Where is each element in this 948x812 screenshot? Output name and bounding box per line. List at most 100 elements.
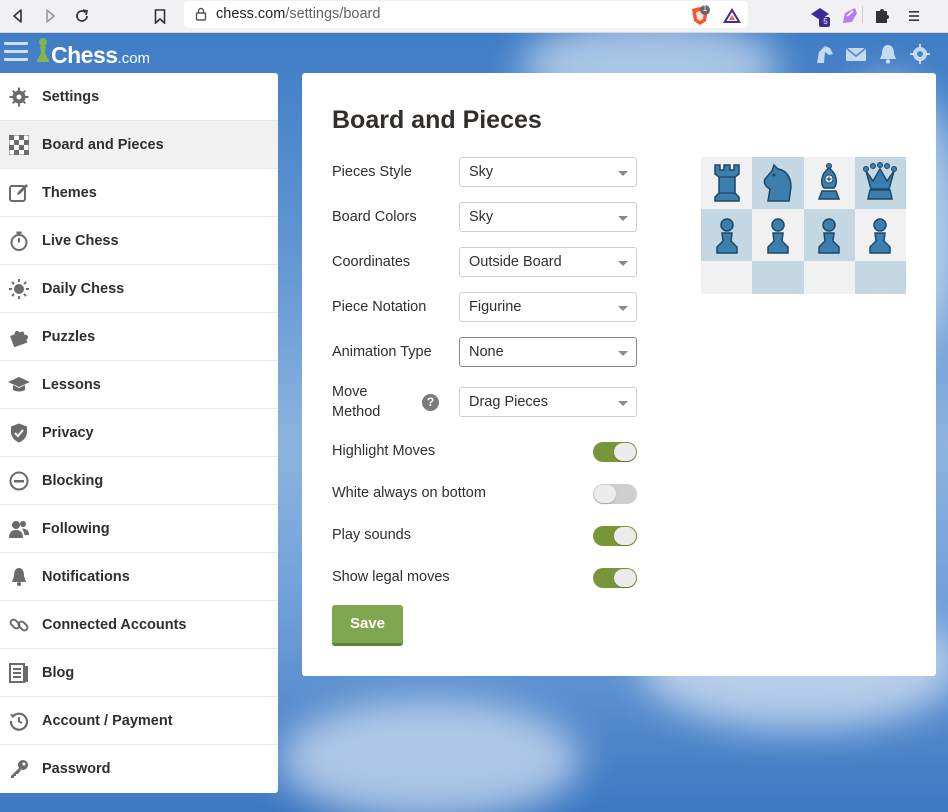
extension-badge-count: 5 — [823, 17, 828, 26]
sidebar-item-label: Live Chess — [42, 232, 119, 249]
sidebar-item-live-chess[interactable]: Live Chess — [0, 217, 278, 265]
people-icon — [8, 518, 30, 540]
highlight-moves-label: Highlight Moves — [332, 443, 436, 459]
hamburger-icon[interactable] — [4, 42, 28, 62]
chevron-down-icon — [618, 171, 628, 176]
sidebar-item-daily-chess[interactable]: Daily Chess — [0, 265, 278, 313]
play-sounds-label: Play sounds — [332, 527, 411, 543]
chevron-down-icon — [618, 216, 628, 221]
rook-icon — [713, 164, 740, 202]
sidebar-item-label: Following — [42, 520, 110, 537]
coordinates-select[interactable]: Outside Board — [459, 247, 637, 277]
brave-shield-icon[interactable]: 1 — [688, 4, 712, 28]
sidebar-item-puzzles[interactable]: Puzzles — [0, 313, 278, 361]
sidebar-item-account-payment[interactable]: Account / Payment — [0, 697, 278, 745]
knight-piece-icon — [763, 163, 792, 202]
play-sounds-toggle[interactable] — [593, 526, 637, 546]
sidebar-item-label: Privacy — [42, 424, 94, 441]
queen-icon — [863, 162, 898, 200]
graduation-cap-icon — [8, 374, 30, 396]
settings-sidebar: Settings Board and Pieces Themes Live Ch… — [0, 73, 278, 793]
chevron-down-icon — [618, 306, 628, 311]
site-header: Chess .com — [0, 33, 948, 73]
pawn-icon — [715, 218, 738, 254]
board-settings-card: Board and Pieces Pieces Style Sky Board … — [302, 73, 936, 676]
board-icon — [8, 134, 30, 156]
puzzle-icon — [8, 326, 30, 348]
pieces-style-label: Pieces Style — [332, 164, 412, 180]
move-method-label-line2: Method — [332, 404, 381, 420]
sidebar-item-settings[interactable]: Settings — [0, 73, 278, 121]
mail-icon[interactable] — [845, 43, 867, 65]
coordinates-label: Coordinates — [332, 254, 411, 270]
browser-toolbar: chess.com/settings/board 1 5 — [0, 0, 948, 33]
brave-badge: 1 — [702, 4, 708, 13]
select-value: Sky — [469, 164, 494, 180]
piece-notation-label: Piece Notation — [332, 299, 427, 315]
sidebar-item-connected-accounts[interactable]: Connected Accounts — [0, 601, 278, 649]
shield-icon — [8, 422, 30, 444]
sidebar-item-board-and-pieces[interactable]: Board and Pieces — [0, 121, 278, 169]
edit-icon — [8, 182, 30, 204]
white-on-bottom-toggle[interactable] — [593, 484, 637, 504]
reload-icon[interactable] — [70, 4, 94, 28]
animation-type-select[interactable]: None — [459, 337, 637, 367]
board-square — [752, 209, 804, 261]
address-bar[interactable]: chess.com/settings/board — [184, 1, 863, 28]
puzzle-extensions-icon[interactable] — [870, 4, 894, 28]
sidebar-item-label: Blog — [42, 664, 75, 681]
brave-rewards-icon[interactable] — [720, 4, 744, 28]
toggle-knob — [594, 485, 616, 503]
board-colors-select[interactable]: Sky — [459, 202, 637, 232]
sidebar-item-privacy[interactable]: Privacy — [0, 409, 278, 457]
sidebar-item-blocking[interactable]: Blocking — [0, 457, 278, 505]
select-value: Sky — [469, 209, 494, 225]
menu-icon[interactable] — [902, 4, 926, 28]
board-preview — [701, 157, 906, 294]
highlight-moves-toggle[interactable] — [593, 442, 637, 462]
chevron-down-icon — [618, 261, 628, 266]
toggle-knob — [614, 443, 636, 461]
key-icon — [8, 758, 30, 780]
select-value: Drag Pieces — [469, 394, 548, 410]
board-square — [854, 157, 906, 209]
settings-gear-icon[interactable] — [909, 43, 931, 65]
extension-badge-icon[interactable]: 5 — [808, 4, 832, 28]
toggle-knob — [614, 527, 636, 545]
pieces-style-select[interactable]: Sky — [459, 157, 637, 187]
sidebar-item-following[interactable]: Following — [0, 505, 278, 553]
forward-icon[interactable] — [38, 4, 62, 28]
bookmark-icon[interactable] — [148, 4, 172, 28]
select-value: Figurine — [469, 299, 522, 315]
sidebar-item-themes[interactable]: Themes — [0, 169, 278, 217]
sidebar-item-password[interactable]: Password — [0, 745, 278, 793]
sun-icon — [8, 278, 30, 300]
extension-pen-icon[interactable] — [838, 4, 862, 28]
save-button[interactable]: Save — [332, 605, 403, 646]
stopwatch-icon — [8, 230, 30, 252]
link-icon — [8, 614, 30, 636]
knight-icon[interactable] — [813, 43, 835, 65]
board-square — [752, 157, 804, 209]
animation-type-label: Animation Type — [332, 344, 432, 360]
move-method-label-line1: Move — [332, 384, 368, 400]
chess-logo[interactable]: Chess .com — [36, 37, 150, 68]
select-value: Outside Board — [469, 254, 562, 270]
board-square — [701, 209, 753, 261]
help-icon[interactable]: ? — [422, 394, 439, 411]
sidebar-item-label: Board and Pieces — [42, 136, 164, 153]
back-icon[interactable] — [6, 4, 30, 28]
sidebar-item-lessons[interactable]: Lessons — [0, 361, 278, 409]
gear-icon — [8, 86, 30, 108]
lock-icon — [195, 7, 207, 21]
history-icon — [8, 710, 30, 732]
bell-icon — [8, 566, 30, 588]
sidebar-item-label: Themes — [42, 184, 97, 201]
sidebar-item-blog[interactable]: Blog — [0, 649, 278, 697]
board-square — [701, 261, 753, 294]
sidebar-item-notifications[interactable]: Notifications — [0, 553, 278, 601]
piece-notation-select[interactable]: Figurine — [459, 292, 637, 322]
show-legal-moves-toggle[interactable] — [593, 568, 637, 588]
move-method-select[interactable]: Drag Pieces — [459, 387, 637, 417]
bell-icon[interactable] — [877, 43, 899, 65]
